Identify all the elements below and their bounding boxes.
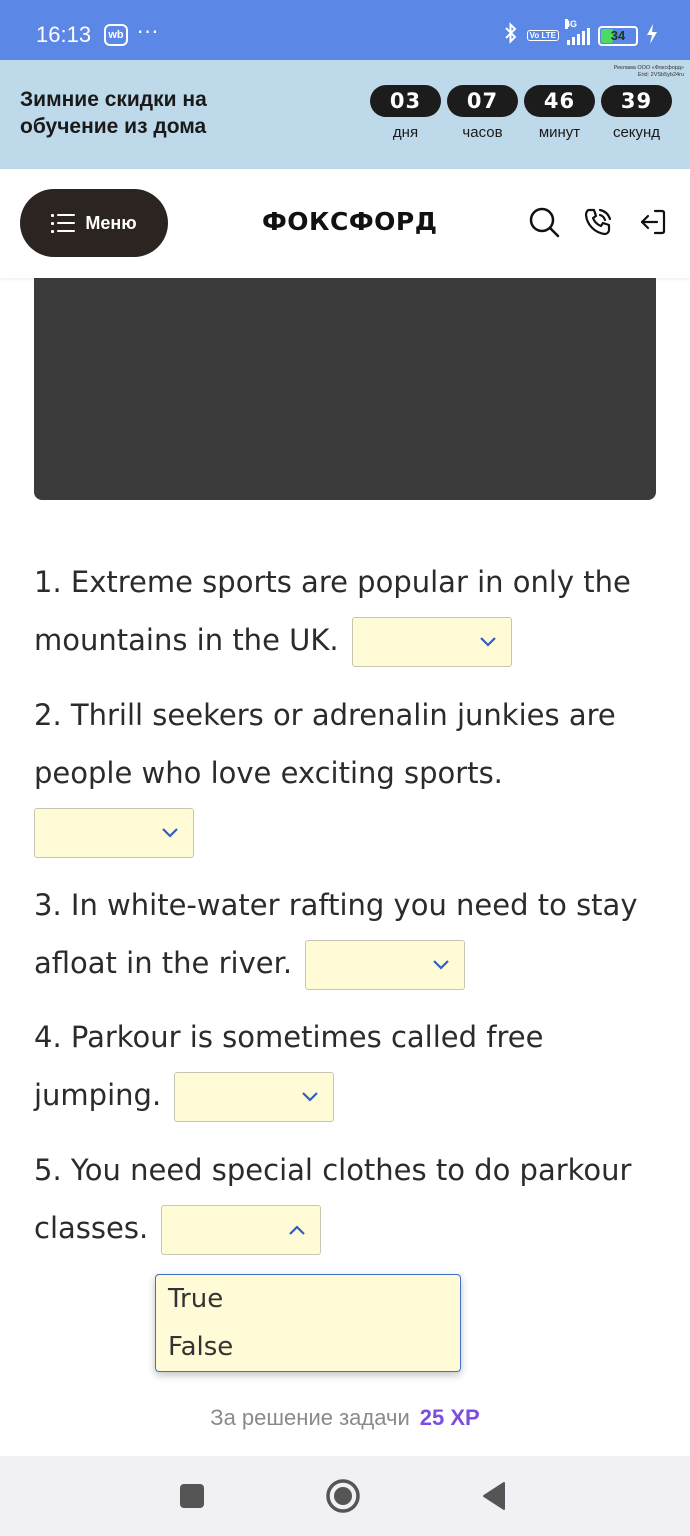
- status-bar: 16:13 wb ··· Vo LTE 4G 34: [0, 0, 690, 60]
- home-icon[interactable]: [323, 1476, 363, 1516]
- volte-icon: Vo LTE: [526, 30, 559, 41]
- countdown-timer: 03 дня 07 часов 46 минут 39 секунд: [370, 85, 672, 141]
- reward-label: За решение задачи: [210, 1405, 410, 1430]
- option-false[interactable]: False: [156, 1323, 460, 1371]
- answer-select-1[interactable]: [351, 617, 512, 667]
- answer-select-4[interactable]: [174, 1072, 335, 1122]
- countdown-label: дня: [392, 124, 419, 141]
- countdown-label: секунд: [612, 124, 661, 141]
- countdown-hours: 07 часов: [447, 85, 518, 141]
- answer-select-5[interactable]: [161, 1205, 322, 1255]
- network-type-label: 4G: [565, 18, 578, 29]
- battery-icon: 34: [598, 25, 638, 46]
- question-5: 5. You need special clothes to do parkou…: [34, 1141, 654, 1257]
- countdown-value: 03: [370, 85, 441, 117]
- answer-select-3[interactable]: [305, 940, 466, 990]
- option-true[interactable]: True: [156, 1275, 460, 1323]
- status-time: 16:13: [36, 22, 92, 47]
- answer-dropdown-menu: True False: [155, 1274, 461, 1372]
- battery-percent: 34: [610, 28, 626, 43]
- question-4: 4. Parkour is sometimes called free jump…: [34, 1008, 654, 1124]
- answer-select-2[interactable]: [34, 808, 194, 858]
- wb-app-icon: wb: [104, 24, 128, 46]
- promo-title: Зимние скидки на обучение из дома: [20, 88, 207, 138]
- phone-icon[interactable]: [582, 206, 614, 238]
- charging-icon: [646, 23, 658, 48]
- question-text: 2. Thrill seekers or adrenalin junkies a…: [34, 698, 616, 790]
- menu-button[interactable]: Меню: [20, 189, 168, 257]
- reward-value: 25 XP: [419, 1405, 480, 1430]
- countdown-value: 07: [447, 85, 518, 117]
- question-3: 3. In white-water rafting you need to st…: [34, 876, 654, 992]
- countdown-value: 39: [601, 85, 672, 117]
- question-text: 1. Extreme sports are popular in only th…: [34, 565, 631, 657]
- ad-erid-line: Erid: 2VSb5yb24ru: [637, 72, 684, 78]
- login-icon[interactable]: [637, 206, 669, 238]
- menu-label: Меню: [85, 212, 137, 233]
- video-player[interactable]: [34, 278, 656, 500]
- countdown-label: минут: [538, 124, 581, 141]
- question-2: 2. Thrill seekers or adrenalin junkies a…: [34, 686, 654, 860]
- more-notifications-icon: ···: [137, 20, 160, 44]
- countdown-seconds: 39 секунд: [601, 85, 672, 141]
- question-1: 1. Extreme sports are popular in only th…: [34, 553, 654, 669]
- countdown-days: 03 дня: [370, 85, 441, 141]
- ad-legal-note: Реклама ООО «Фоксфорд» Erid: 2VSb5yb24ru: [564, 65, 684, 79]
- signal-icon: 4G: [565, 18, 590, 45]
- bluetooth-icon: [503, 22, 519, 49]
- system-navigation-bar: [0, 1456, 690, 1536]
- status-indicators: Vo LTE 4G 34: [503, 18, 658, 49]
- countdown-minutes: 46 минут: [524, 85, 595, 141]
- search-icon[interactable]: [528, 206, 560, 238]
- site-logo[interactable]: ФОКСФОРД: [262, 207, 437, 236]
- countdown-label: часов: [462, 124, 503, 141]
- task-reward: За решение задачи 25 XP: [0, 1405, 690, 1431]
- promo-banner[interactable]: Реклама ООО «Фоксфорд» Erid: 2VSb5yb24ru…: [0, 60, 690, 169]
- countdown-value: 46: [524, 85, 595, 117]
- back-icon[interactable]: [474, 1476, 514, 1516]
- recent-apps-icon[interactable]: [172, 1476, 212, 1516]
- hamburger-icon: [51, 213, 76, 233]
- site-header: Меню ФОКСФОРД: [0, 169, 690, 278]
- ad-legal-line: Реклама ООО «Фоксфорд»: [613, 65, 684, 71]
- question-text: 5. You need special clothes to do parkou…: [34, 1153, 632, 1245]
